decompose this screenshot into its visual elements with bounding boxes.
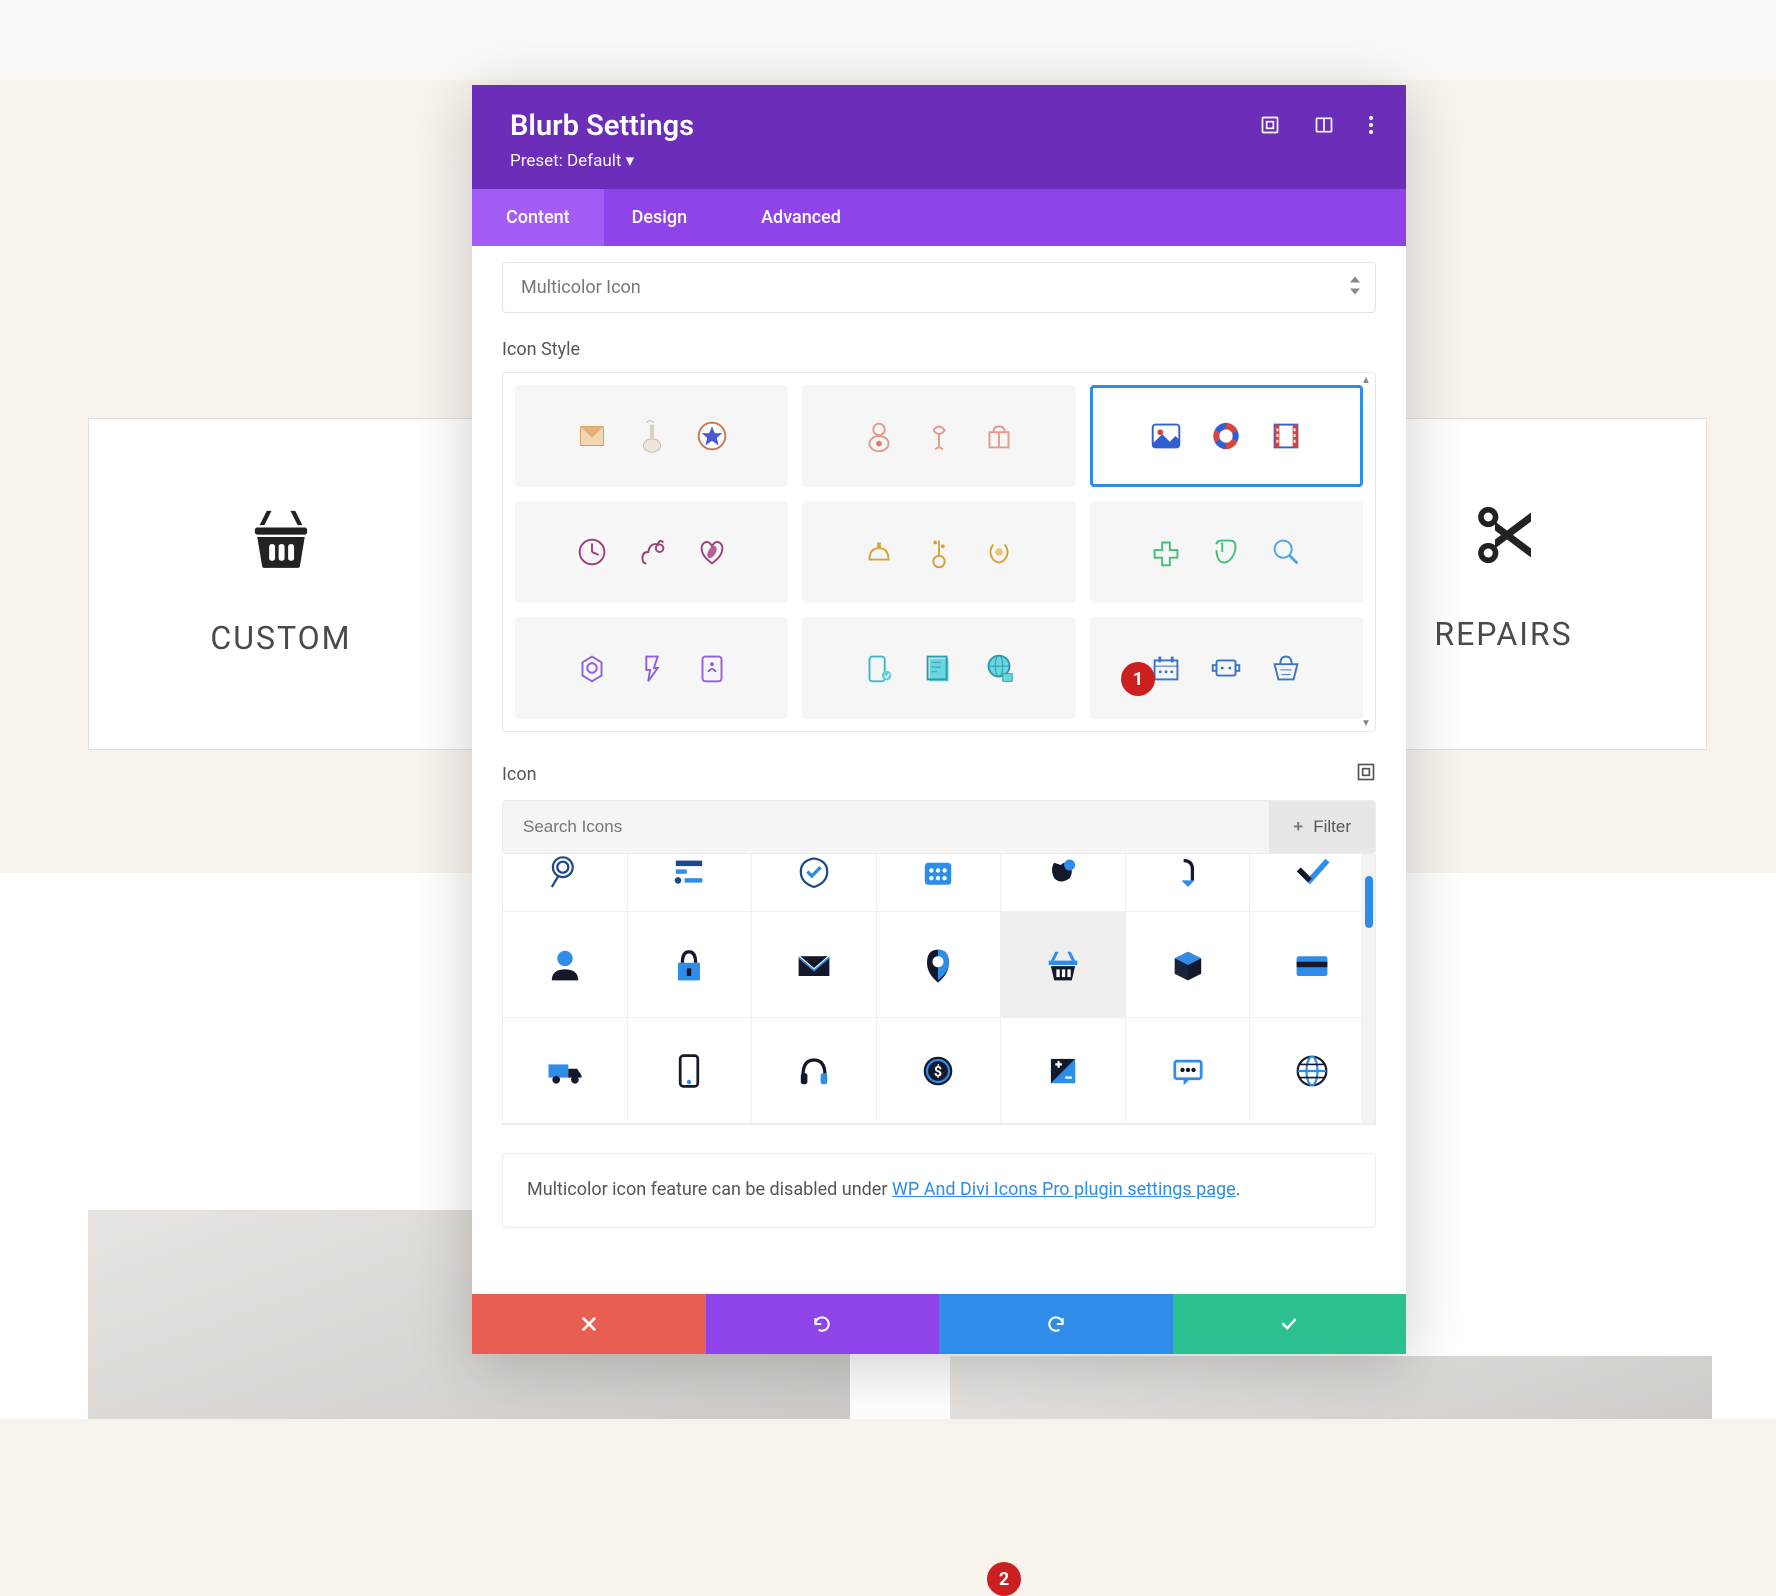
note-prefix: Multicolor icon feature can be disabled … (527, 1179, 892, 1200)
icon-grid-scrollbar[interactable] (1361, 854, 1375, 1124)
image-type-value: Multicolor Icon (521, 277, 641, 298)
scrollbar-thumb[interactable] (1365, 876, 1373, 928)
more-icon[interactable] (1368, 115, 1374, 139)
split-view-icon[interactable] (1314, 115, 1334, 139)
chevron-down-icon: ▾ (626, 151, 635, 171)
icon-cell[interactable] (752, 854, 877, 912)
icon-style-tile[interactable] (515, 385, 788, 487)
modal-title: Blurb Settings (510, 109, 1368, 143)
settings-page-link[interactable]: WP And Divi Icons Pro plugin settings pa… (892, 1179, 1236, 1200)
svg-text:$: $ (934, 1063, 942, 1080)
redo-button[interactable] (939, 1294, 1173, 1354)
check-icon (1279, 1314, 1299, 1334)
content-panel: Multicolor Icon Icon Style 1 (472, 262, 1406, 1248)
background-photo-right (950, 1356, 1712, 1419)
tab-advanced[interactable]: Advanced (727, 189, 875, 246)
tab-content[interactable]: Content (472, 189, 604, 246)
close-icon (580, 1315, 598, 1333)
callout-marker-1: 1 (1121, 662, 1155, 696)
scroll-down-icon[interactable]: ▼ (1361, 718, 1371, 729)
redo-icon (1046, 1314, 1066, 1334)
cancel-button[interactable] (472, 1294, 706, 1354)
search-icons-input[interactable] (503, 801, 1269, 853)
icon-picker-grid: 2 $ (502, 854, 1376, 1125)
icon-style-picker: 1 (502, 372, 1376, 732)
settings-tabs: Content Design Advanced (472, 189, 1406, 246)
preset-selector[interactable]: Preset: Default ▾ (510, 151, 1368, 171)
note-suffix: . (1236, 1179, 1241, 1200)
modal-header: Blurb Settings Preset: Default ▾ (472, 85, 1406, 189)
icon-cell[interactable] (503, 854, 628, 912)
filter-button[interactable]: + Filter (1269, 801, 1375, 853)
responsive-preview-icon[interactable] (1260, 115, 1280, 139)
undo-icon (812, 1314, 832, 1334)
card-label: CUSTOM (89, 619, 473, 657)
undo-button[interactable] (706, 1294, 940, 1354)
icon-cell-exposure[interactable] (1001, 1018, 1126, 1124)
icon-cell-lock[interactable] (628, 912, 753, 1018)
basket-icon (243, 499, 319, 575)
icon-style-tile[interactable] (802, 617, 1075, 719)
icon-cell[interactable] (1126, 854, 1251, 912)
icon-cell-coin[interactable]: $ (877, 1018, 1002, 1124)
icon-cell-globe[interactable] (1250, 1018, 1375, 1124)
info-note: Multicolor icon feature can be disabled … (502, 1153, 1376, 1228)
tab-design[interactable]: Design (604, 189, 727, 246)
icon-cell-user[interactable] (503, 912, 628, 1018)
icon-cell-basket-selected[interactable] (1001, 912, 1126, 1018)
icon-style-tile[interactable] (802, 501, 1075, 603)
icon-style-tile-selected[interactable] (1090, 385, 1363, 487)
callout-marker-2: 2 (987, 1562, 1021, 1596)
scissors-icon (1468, 499, 1540, 571)
expand-icon-picker-icon[interactable] (1356, 762, 1376, 786)
preset-label: Preset: Default (510, 151, 621, 171)
icon-cell-headphones[interactable] (752, 1018, 877, 1124)
icon-cell-card[interactable] (1250, 912, 1375, 1018)
select-caret-icon (1349, 276, 1361, 299)
icon-cell-box[interactable] (1126, 912, 1251, 1018)
filter-label: Filter (1313, 817, 1351, 837)
icon-cell-pin[interactable] (877, 912, 1002, 1018)
icon-cell-mail[interactable] (752, 912, 877, 1018)
icon-cell[interactable] (877, 854, 1002, 912)
icon-cell-phone[interactable] (628, 1018, 753, 1124)
icon-style-tile[interactable] (515, 501, 788, 603)
icon-picker-label: Icon (502, 764, 537, 785)
icon-style-tile[interactable] (802, 385, 1075, 487)
icon-cell-truck[interactable] (503, 1018, 628, 1124)
confirm-button[interactable] (1173, 1294, 1407, 1354)
blurb-settings-modal: Blurb Settings Preset: Default ▾ Content… (472, 85, 1406, 1354)
scroll-up-icon[interactable]: ▲ (1361, 375, 1371, 386)
icon-style-tile[interactable] (515, 617, 788, 719)
icon-cell[interactable] (628, 854, 753, 912)
icon-style-label: Icon Style (502, 339, 1376, 360)
iconstyle-scrollbar[interactable]: ▲ ▼ (1359, 375, 1373, 729)
image-type-select[interactable]: Multicolor Icon (502, 262, 1376, 313)
page-bg-top (0, 0, 1776, 80)
icon-cell[interactable] (1250, 854, 1375, 912)
blurb-card-custom[interactable]: CUSTOM (88, 418, 474, 750)
icon-cell[interactable] (1001, 854, 1126, 912)
icon-style-tile[interactable] (1090, 501, 1363, 603)
icon-cell-chat[interactable] (1126, 1018, 1251, 1124)
plus-icon: + (1293, 817, 1303, 837)
modal-action-bar (472, 1294, 1406, 1354)
